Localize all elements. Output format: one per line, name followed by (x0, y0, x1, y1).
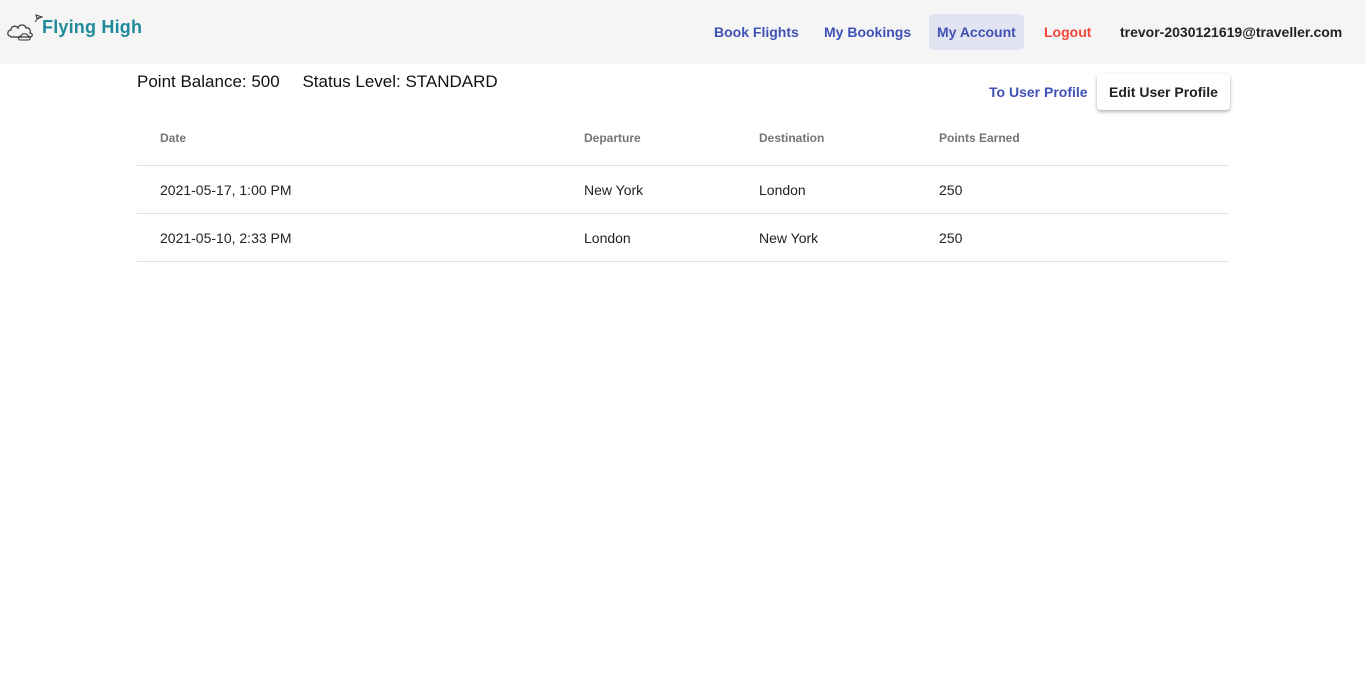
table-row[interactable]: 2021-05-17, 1:00 PM New York London 250 (137, 166, 1229, 214)
status-level: Status Level: STANDARD (302, 72, 498, 91)
nav-logout[interactable]: Logout (1036, 14, 1099, 50)
user-email: trevor-2030121619@traveller.com (1120, 24, 1343, 40)
points-history-table: Date Departure Destination Points Earned… (137, 112, 1229, 262)
column-header-points-earned[interactable]: Points Earned (939, 131, 1020, 145)
cell-destination: London (759, 182, 806, 198)
nav-book-flights[interactable]: Book Flights (706, 14, 807, 50)
cell-departure: New York (584, 182, 644, 198)
cell-departure: London (584, 230, 631, 246)
cell-points-earned: 250 (939, 230, 963, 246)
cell-date: 2021-05-17, 1:00 PM (160, 182, 292, 198)
nav-my-bookings[interactable]: My Bookings (816, 14, 919, 50)
edit-user-profile-button[interactable]: Edit User Profile (1097, 74, 1230, 110)
column-header-date[interactable]: Date (160, 131, 186, 145)
cell-date: 2021-05-10, 2:33 PM (160, 230, 292, 246)
table-row[interactable]: 2021-05-10, 2:33 PM London New York 250 (137, 214, 1229, 262)
cell-points-earned: 250 (939, 182, 963, 198)
column-header-departure[interactable]: Departure (584, 131, 641, 145)
account-summary: Point Balance: 500 Status Level: STANDAR… (137, 72, 516, 92)
point-balance: Point Balance: 500 (137, 72, 280, 91)
cloud-plane-icon (7, 14, 44, 41)
cell-destination: New York (759, 230, 819, 246)
to-user-profile-button[interactable]: To User Profile (981, 74, 1096, 110)
top-toolbar: Flying High Book Flights My Bookings My … (0, 0, 1366, 64)
brand-logo[interactable]: Flying High (6, 11, 146, 43)
nav-my-account[interactable]: My Account (929, 14, 1024, 50)
brand-name: Flying High (42, 17, 143, 37)
table-header: Date Departure Destination Points Earned (137, 112, 1229, 166)
column-header-destination[interactable]: Destination (759, 131, 824, 145)
